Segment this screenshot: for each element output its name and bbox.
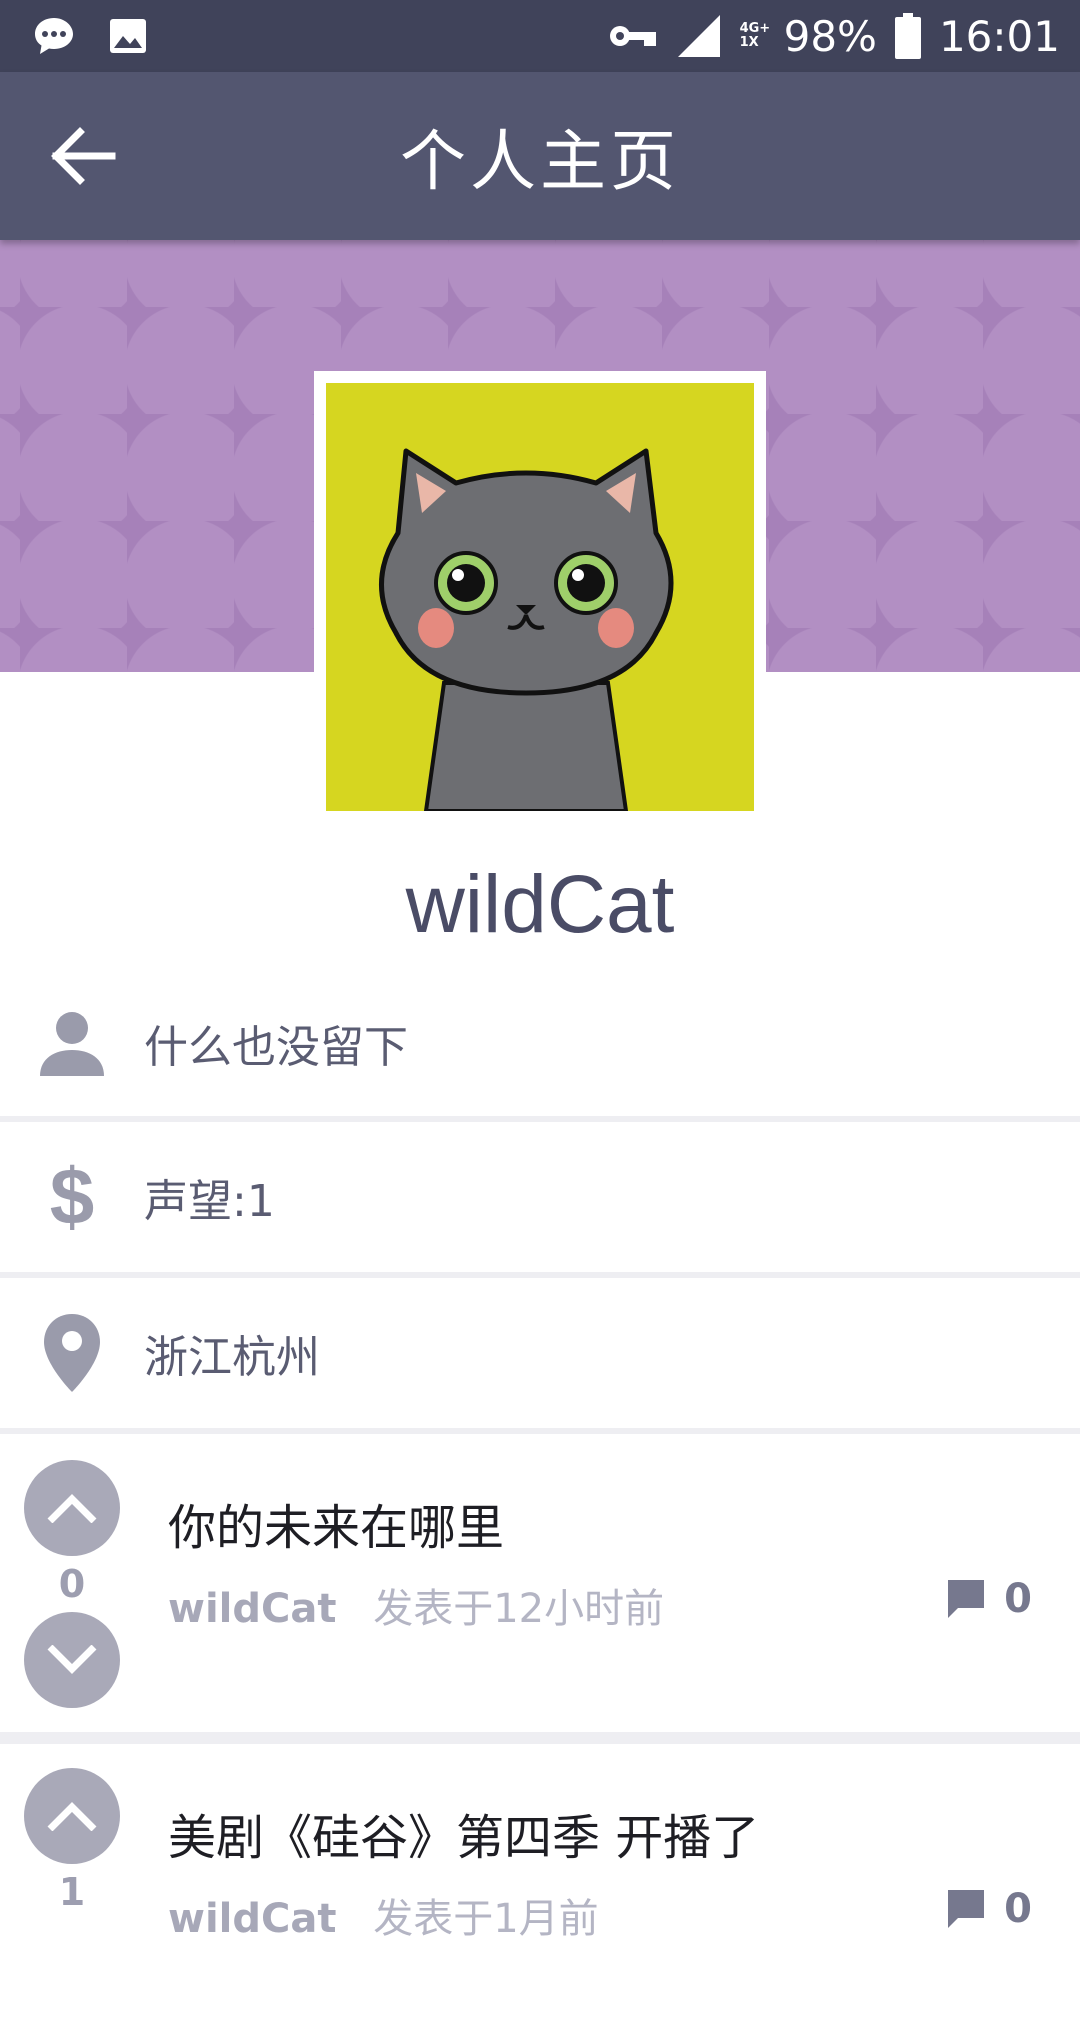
bio-text: 什么也没留下 (144, 1022, 408, 1073)
clock: 16:01 (938, 11, 1060, 61)
location-text: 浙江杭州 (144, 1332, 320, 1383)
username: wildCat (405, 859, 675, 950)
avatar[interactable] (314, 371, 766, 823)
chevron-up-icon (47, 1802, 97, 1831)
location-row: 浙江杭州 (0, 1278, 1080, 1428)
post-title[interactable]: 美剧《硅谷》第四季 开播了 (168, 1798, 759, 1868)
comment-count-value: 0 (1004, 1886, 1032, 1932)
location-pin-icon (44, 1314, 100, 1392)
status-bar-notifications (32, 14, 150, 58)
status-bar-system: 4G+ 1X 98% 16:01 (608, 10, 1060, 62)
status-bar: 4G+ 1X 98% 16:01 (0, 0, 1080, 72)
battery-icon (894, 13, 921, 59)
comment-icon (948, 1580, 985, 1618)
image-icon (110, 19, 146, 53)
dollar-icon: $ (49, 1152, 95, 1241)
battery-percent: 98% (783, 11, 877, 61)
upvote-button[interactable] (24, 1768, 120, 1864)
toolbar: 个人主页 (0, 72, 1080, 240)
comment-count-value: 0 (1004, 1576, 1032, 1622)
post-item[interactable]: 1 美剧《硅谷》第四季 开播了 wildCat 发表于1月前 0 (0, 1744, 1080, 2044)
vote-count: 1 (58, 1870, 86, 1914)
signal-icon (677, 15, 720, 57)
vpn-key-icon (609, 26, 656, 46)
vote-control: 1 (24, 1768, 120, 1920)
cat-avatar-image (326, 383, 754, 811)
person-icon (40, 1012, 104, 1076)
comment-icon (948, 1890, 985, 1928)
reputation-row: $ 声望:1 (0, 1122, 1080, 1272)
message-icon (35, 18, 73, 54)
bio-row: 什么也没留下 (0, 968, 1080, 1118)
post-meta: wildCat 发表于12小时前 (168, 1576, 664, 1634)
post-title[interactable]: 你的未来在哪里 (168, 1488, 504, 1558)
comment-count[interactable]: 0 (946, 1576, 1032, 1622)
post-time: 发表于12小时前 (373, 1586, 665, 1632)
divider (0, 1732, 1080, 1744)
chevron-down-icon (47, 1645, 97, 1674)
vote-count: 0 (58, 1562, 86, 1606)
comment-count[interactable]: 0 (946, 1886, 1032, 1932)
chevron-up-icon (47, 1494, 97, 1523)
reputation-text: 声望:1 (144, 1176, 275, 1227)
post-author[interactable]: wildCat (168, 1586, 336, 1632)
page-title: 个人主页 (400, 123, 680, 200)
post-author[interactable]: wildCat (168, 1896, 336, 1942)
post-item[interactable]: 0 你的未来在哪里 wildCat 发表于12小时前 0 (0, 1434, 1080, 1734)
post-meta: wildCat 发表于1月前 (168, 1886, 599, 1944)
upvote-button[interactable] (24, 1460, 120, 1556)
network-type: 4G+ 1X (739, 21, 771, 50)
vote-control: 0 (24, 1460, 120, 1708)
post-time: 发表于1月前 (373, 1896, 599, 1942)
downvote-button[interactable] (24, 1612, 120, 1708)
